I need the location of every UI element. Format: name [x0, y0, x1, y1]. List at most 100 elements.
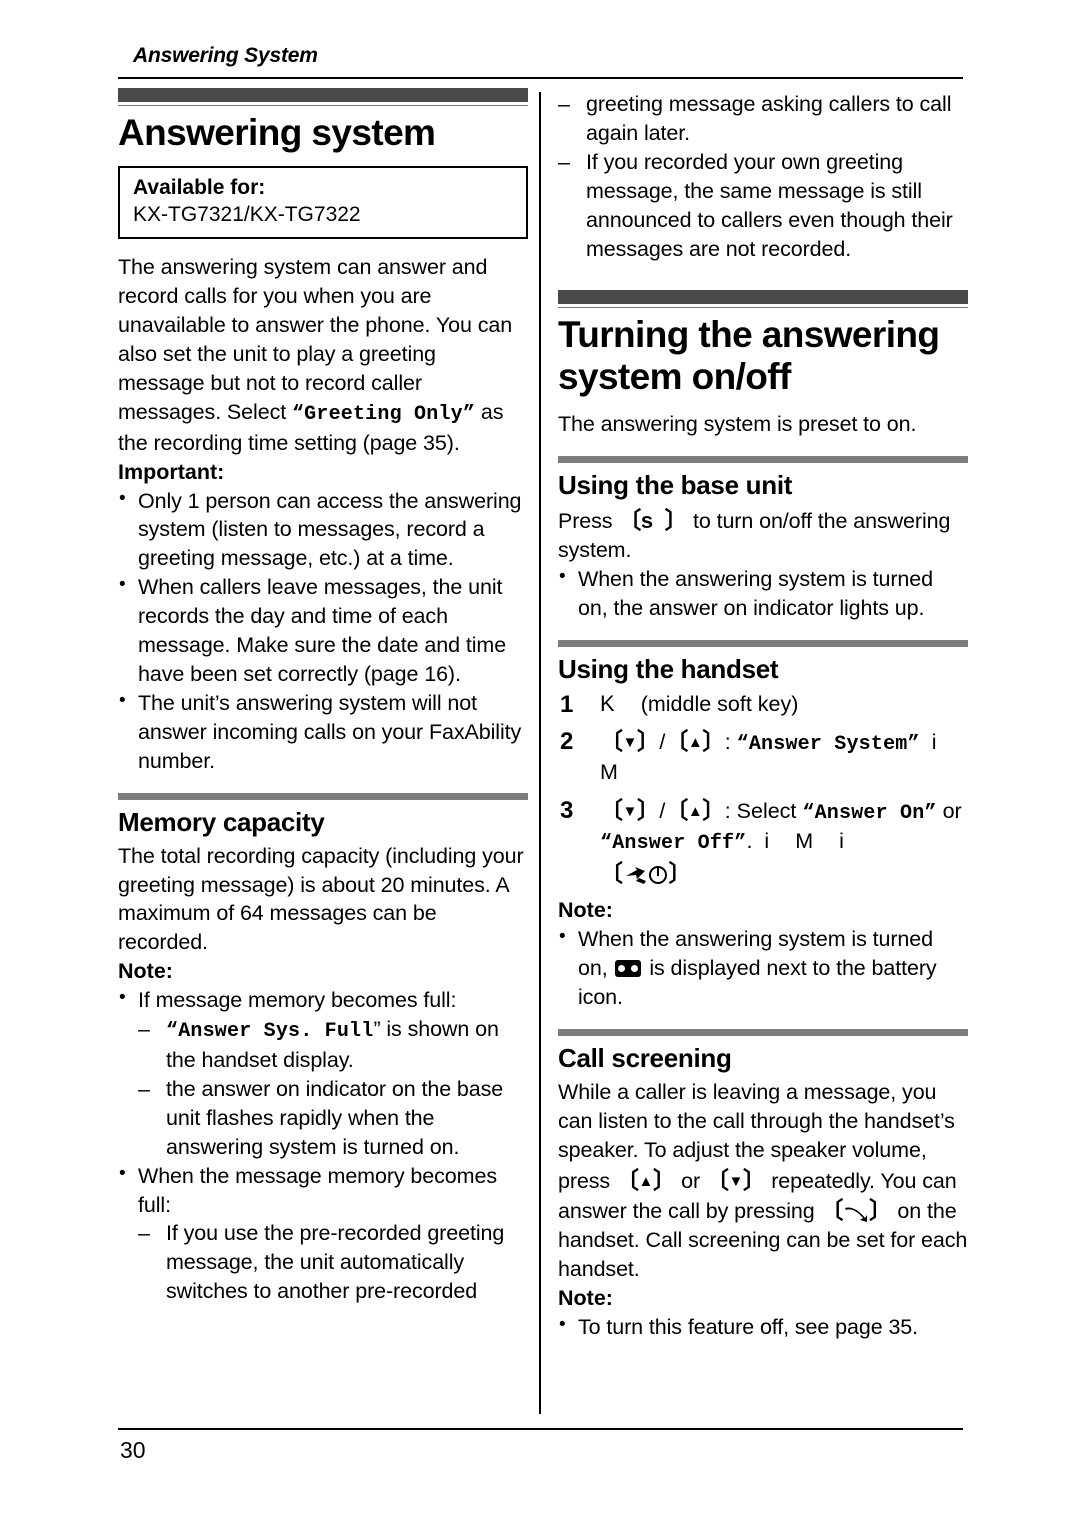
list-item: The unit’s answering system will not ans… [118, 688, 528, 776]
left-column: Answering system Available for: KX-TG732… [118, 88, 528, 1306]
handset-note-label: Note: [558, 898, 613, 923]
step-2-quote-open: “ [736, 733, 749, 757]
list-item: Only 1 person can access the answering s… [118, 486, 528, 574]
intro-mono-greeting-only: Greeting Only [304, 402, 463, 426]
intro-paragraph: The answering system can answer and reco… [118, 253, 528, 457]
footer-rule [118, 1428, 963, 1430]
answer-sys-full-quote-open: “ [166, 1020, 179, 1044]
step-number: 1 [560, 690, 574, 718]
handset-rule [558, 639, 968, 647]
step-2-quote-close: ” [907, 733, 920, 757]
section-heading-bar [118, 88, 528, 102]
continued-text: greeting message asking callers to call … [586, 92, 952, 145]
right-column: – greeting message asking callers to cal… [558, 88, 968, 1342]
middle-soft-key-glyph: K [600, 690, 615, 716]
page-title: Answering system [118, 112, 436, 153]
call-screening-note-list: To turn this feature off, see page 35. [558, 1312, 968, 1342]
step-3-quote-open-b: “ [600, 832, 613, 856]
step-3-arrow-glyph-1: i [764, 829, 770, 854]
step-2-arrow-glyph: i [931, 730, 937, 755]
list-item: When the answering system is turned on, … [558, 564, 968, 623]
step-2-tail-glyph: M [600, 760, 618, 785]
handset-note-list: When the answering system is turned on, … [558, 924, 968, 1012]
step-number: 3 [560, 796, 574, 824]
manual-page: Answering System Answering system Availa… [0, 0, 1080, 1527]
using-base-unit-heading: Using the base unit [558, 469, 793, 500]
base-unit-rule [558, 455, 968, 463]
call-screening-note-label: Note: [558, 1286, 613, 1311]
step-2-colon: : [724, 730, 737, 755]
volume-up-key: 〔▲〕 [615, 1166, 676, 1193]
list-item: “Answer Sys. Full” is shown on the hands… [138, 1015, 528, 1075]
answering-system-tape-icon [615, 959, 642, 977]
memory-capacity-body: The total recording capacity (including … [118, 843, 524, 955]
memory-capacity-rule [118, 792, 528, 800]
call-screening-or: or [675, 1168, 706, 1193]
list-item: If message memory becomes full: “Answer … [118, 985, 528, 1162]
section-heading-bar-2 [558, 290, 968, 305]
step-3-arrow-glyph-2: i [839, 829, 844, 854]
turning-on-off-heading: Turning the answering system on/off [558, 314, 940, 398]
off-power-icon [625, 865, 667, 884]
up-arrow-key: 〔▲〕 [665, 796, 725, 823]
step-3-period: . [746, 829, 753, 854]
list-item: the answer on indicator on the base unit… [138, 1075, 528, 1162]
press-label: Press [558, 508, 619, 533]
call-screening-rule [558, 1028, 968, 1036]
power-off-key: 〔〕 [600, 859, 691, 886]
handset-step-list: 1 K (middle soft key) 2 〔▼〕/〔▲〕: “Answer … [558, 689, 968, 890]
talk-key: 〔〕 [820, 1197, 892, 1224]
memory-capacity-heading: Memory capacity [118, 806, 325, 837]
list-item: 2 〔▼〕/〔▲〕: “Answer System” i M [558, 726, 968, 788]
list-item: If you use the pre-recorded greeting mes… [138, 1219, 528, 1306]
phone-handset-icon [845, 1207, 867, 1223]
header-rule [118, 77, 963, 79]
base-unit-instruction: Press 〔s 〕 to turn on/off the answering s… [558, 505, 968, 565]
up-arrow-key: 〔▲〕 [665, 728, 725, 755]
running-header-title: Answering System [133, 44, 318, 67]
list-item: To turn this feature off, see page 35. [558, 1312, 968, 1342]
step-3-tail-glyph: M [795, 829, 814, 854]
available-for-box: Available for: KX-TG7321/KX-TG7322 [118, 165, 528, 240]
answer-key-glyph: 〔s 〕 [618, 506, 688, 533]
step-3-quote-open-a: “ [802, 801, 815, 825]
down-arrow-key: 〔▼〕 [600, 728, 660, 755]
base-unit-bullet-list: When the answering system is turned on, … [558, 564, 968, 623]
intro-quote-open: “ [291, 402, 305, 426]
intro-text-part-1: The answering system can answer and reco… [118, 255, 513, 424]
step-1-text: (middle soft key) [640, 691, 799, 716]
step-3-select-label: : Select [724, 798, 803, 823]
important-bullet-list: Only 1 person can access the answering s… [118, 486, 528, 776]
answer-off-menu-label: Answer Off [612, 832, 735, 856]
intro-quote-close: ” [462, 402, 476, 426]
list-item: When the answering system is turned on, … [558, 924, 968, 1012]
important-label: Important: [118, 459, 225, 484]
section-heading-rule-2 [558, 307, 968, 309]
list-item: When the message memory becomes full: If… [118, 1161, 528, 1307]
memory-note-sublist-2: If you use the pre-recorded greeting mes… [138, 1219, 528, 1306]
available-for-label: Available for: [133, 175, 266, 199]
list-item: When callers leave messages, the unit re… [118, 572, 528, 689]
page-number: 30 [120, 1437, 146, 1463]
memory-note-list: If message memory becomes full: “Answer … [118, 985, 528, 1307]
answer-on-menu-label: Answer On [814, 801, 925, 825]
step-3-quote-close-b: ” [734, 832, 747, 856]
memory-note-label: Note: [118, 959, 173, 984]
answer-sys-full-mono: Answer Sys. Full [178, 1020, 374, 1044]
using-handset-heading: Using the handset [558, 653, 779, 684]
continued-paragraph: – greeting message asking callers to cal… [558, 90, 968, 148]
available-for-models: KX-TG7321/KX-TG7322 [133, 203, 361, 227]
list-item: 1 K (middle soft key) [558, 689, 968, 719]
call-screening-body: While a caller is leaving a message, you… [558, 1078, 968, 1284]
note-bullet-1-text: If message memory becomes full: [138, 988, 457, 1013]
down-arrow-key: 〔▼〕 [600, 796, 660, 823]
column-divider [539, 92, 541, 1414]
answer-system-menu-label: Answer System [748, 733, 908, 757]
list-item: If you recorded your own greeting messag… [558, 148, 968, 264]
note-bullet-2-text: When the message memory becomes full: [138, 1163, 497, 1217]
memory-note-sublist-1: “Answer Sys. Full” is shown on the hands… [138, 1015, 528, 1162]
step-3-or: or [936, 798, 962, 823]
section-heading-rule [118, 105, 528, 106]
volume-down-key: 〔▼〕 [705, 1166, 766, 1193]
step-number: 2 [560, 728, 574, 756]
